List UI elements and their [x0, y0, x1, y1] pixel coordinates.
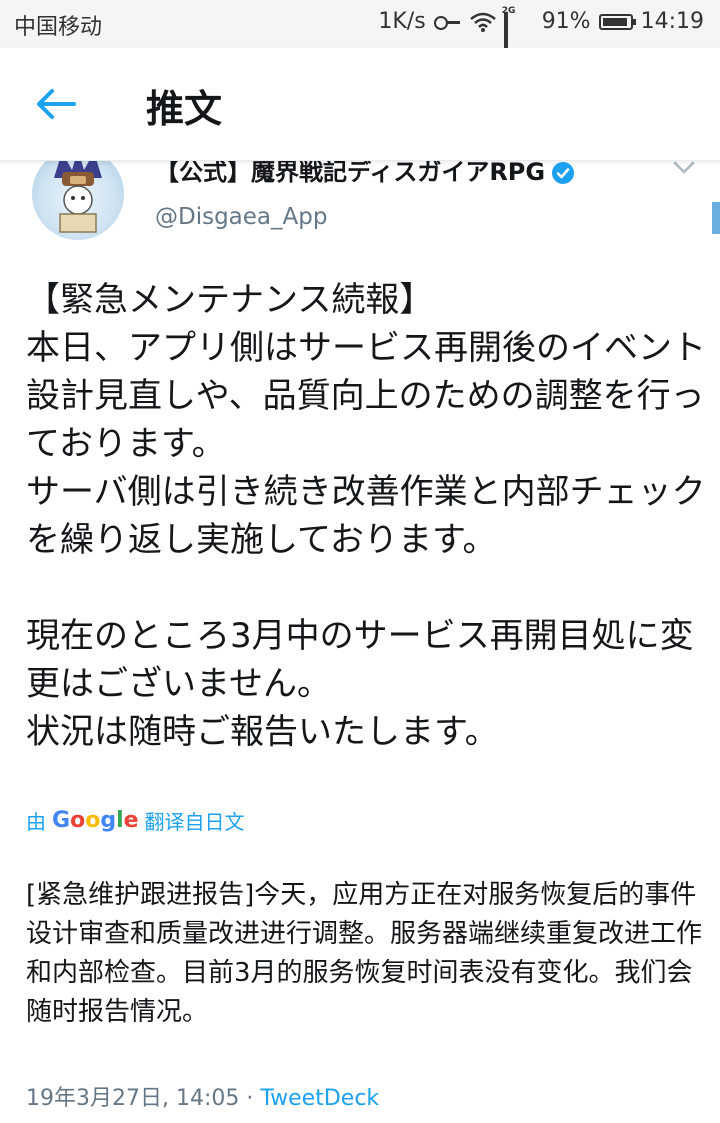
signal-icon: 2G	[502, 6, 534, 60]
author-display-name[interactable]: 【公式】魔界戦記ディスガイアRPG	[155, 160, 575, 187]
translate-suffix: 翻译自日文	[144, 810, 245, 834]
clock: 14:19	[640, 9, 704, 34]
network-speed: 1K/s	[378, 9, 426, 34]
tweet-meta: 19年3月27日, 14:05 · TweetDeck	[26, 1080, 379, 1112]
tweet-text: 【緊急メンテナンス続報】 本日、アプリ側はサービス再開後のイベント設計見直しや、…	[26, 280, 706, 752]
google-logo: Google	[52, 808, 139, 833]
wifi-icon	[469, 12, 496, 32]
status-icons: 1K/s 2G 91% 14:19	[378, 6, 704, 60]
author-name-text: 【公式】魔界戦記ディスガイアRPG	[155, 160, 546, 186]
back-arrow-icon[interactable]	[34, 86, 78, 122]
avatar-illustration	[54, 160, 102, 233]
author-handle[interactable]: @Disgaea_App	[155, 204, 327, 230]
chevron-down-icon[interactable]	[672, 160, 696, 176]
page-title: 推文	[146, 87, 223, 131]
battery-icon	[598, 13, 636, 30]
key-icon	[433, 15, 462, 30]
translated-text: [紧急维护跟进报告]今天，应用方正在对服务恢复后的事件设计审查和质量改进进行调整…	[26, 880, 703, 1027]
top-app-bar: 推文	[0, 48, 720, 161]
status-bar: 中国移动 1K/s 2G 91% 14:19	[0, 0, 720, 60]
network-type: 2G	[501, 5, 516, 16]
scroll-indicator	[712, 202, 720, 234]
translate-prefix: 由	[26, 810, 46, 834]
avatar[interactable]	[32, 160, 124, 240]
client-link[interactable]: TweetDeck	[260, 1086, 379, 1111]
translation-attribution[interactable]: 由 Google 翻译自日文	[26, 806, 245, 835]
verified-icon	[552, 162, 575, 184]
meta-separator: ·	[239, 1086, 261, 1111]
tweet-detail: 【公式】魔界戦記ディスガイアRPG @Disgaea_App 【緊急メンテナンス…	[0, 160, 720, 1123]
carrier-label: 中国移动	[14, 15, 103, 40]
tweet-timestamp: 19年3月27日, 14:05	[26, 1086, 240, 1111]
battery-percent: 91%	[541, 9, 591, 34]
